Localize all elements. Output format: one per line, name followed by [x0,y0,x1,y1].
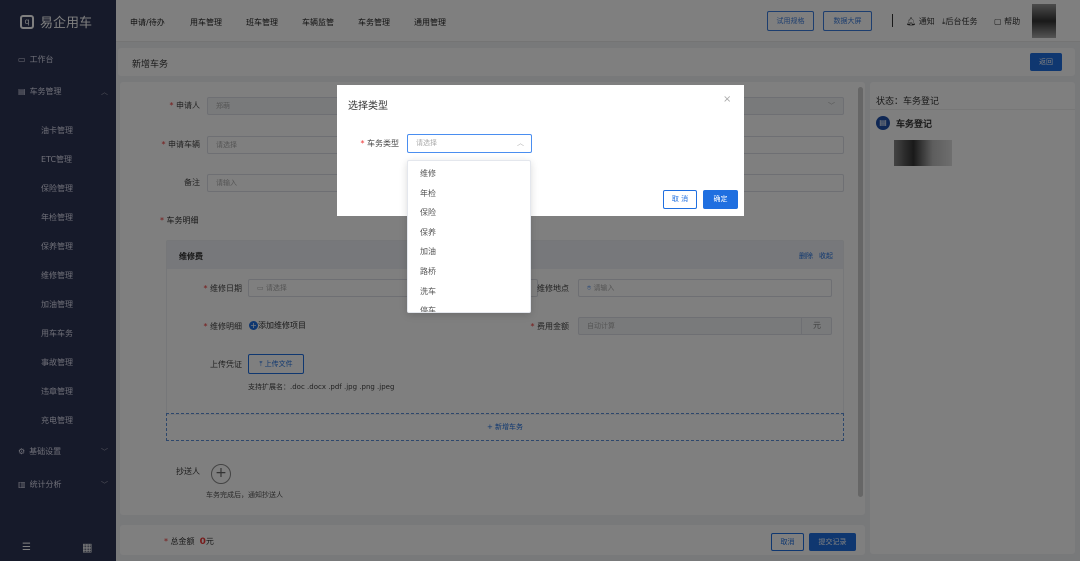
dialog-title: 选择类型 [348,101,388,112]
option-refuel[interactable]: 加油 [408,242,530,262]
option-wash[interactable]: 洗车 [408,282,530,302]
placeholder: 请选择 [416,139,437,147]
option-toll[interactable]: 路桥 [408,262,530,282]
option-repair[interactable]: 维修 [408,164,530,184]
option-maintenance[interactable]: 保养 [408,223,530,243]
option-inspection[interactable]: 年检 [408,184,530,204]
type-label: 车务类型 [367,139,399,148]
dialog-cancel-button[interactable]: 取 消 [663,190,697,209]
chevron-up-icon: ︿ [517,139,524,147]
type-dropdown: 维修 年检 保险 保养 加油 路桥 洗车 停车 [407,160,531,313]
type-select[interactable]: 请选择 ︿ [407,134,532,153]
dialog-confirm-button[interactable]: 确定 [703,190,738,209]
close-icon[interactable]: × [723,94,731,105]
option-insurance[interactable]: 保险 [408,203,530,223]
option-parking[interactable]: 停车 [408,301,530,312]
select-type-dialog: 选择类型 × * 车务类型 请选择 ︿ 取 消 确定 [337,85,744,216]
